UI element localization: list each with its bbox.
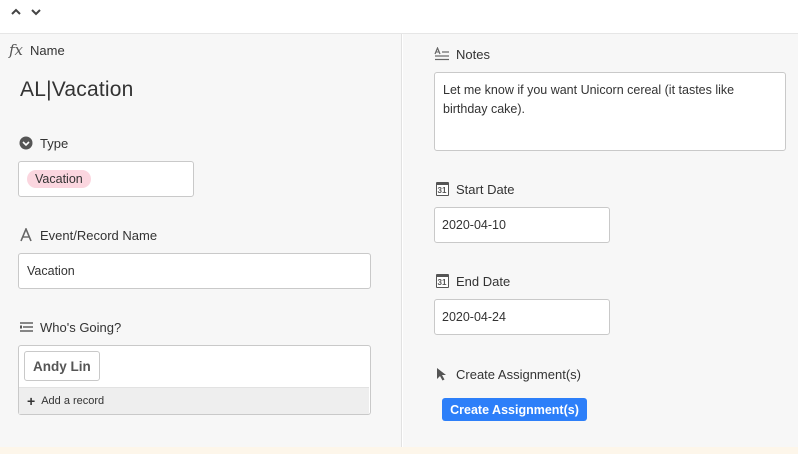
name-field-label: fx Name	[8, 41, 65, 59]
add-record-button[interactable]: + Add a record	[19, 387, 369, 414]
notes-value: Let me know if you want Unicorn cereal (…	[443, 83, 735, 116]
end-date-label: 31 End Date	[434, 273, 510, 289]
type-field-label: Type	[18, 135, 68, 151]
create-assignments-label: Create Assignment(s)	[434, 366, 581, 382]
start-date-value: 2020-04-10	[442, 218, 506, 232]
button-field-icon	[434, 366, 450, 382]
plus-icon: +	[27, 393, 36, 409]
start-date-input[interactable]: 2020-04-10	[434, 207, 610, 243]
start-date-label: 31 Start Date	[434, 181, 515, 197]
create-assignments-button[interactable]: Create Assignment(s)	[442, 398, 587, 421]
notes-textarea[interactable]: Let me know if you want Unicorn cereal (…	[434, 72, 786, 151]
start-date-label-text: Start Date	[456, 181, 515, 197]
type-pill: Vacation	[27, 170, 91, 188]
whos-going-label-text: Who's Going?	[40, 319, 122, 335]
event-record-name-label: Event/Record Name	[18, 227, 157, 243]
text-field-icon	[18, 227, 34, 243]
name-value: AL|Vacation	[20, 78, 134, 101]
end-date-label-text: End Date	[456, 273, 511, 289]
end-date-value: 2020-04-24	[442, 310, 506, 324]
create-assignments-label-text: Create Assignment(s)	[456, 366, 581, 382]
whos-going-label: Who's Going?	[18, 319, 121, 335]
calendar-icon: 31	[434, 181, 450, 197]
single-select-icon	[18, 135, 34, 151]
linked-record-chip[interactable]: Andy Lin	[24, 351, 100, 381]
event-record-name-label-text: Event/Record Name	[40, 227, 158, 243]
notes-field-label: Notes	[434, 46, 490, 62]
long-text-icon	[434, 46, 450, 62]
chevron-down-icon[interactable]	[29, 5, 43, 19]
calendar-icon: 31	[434, 273, 450, 289]
chevron-up-icon[interactable]	[9, 5, 23, 19]
event-record-name-input[interactable]: Vacation	[18, 253, 371, 289]
add-record-label: Add a record	[41, 395, 105, 407]
type-label-text: Type	[40, 135, 69, 151]
event-record-name-value: Vacation	[27, 264, 75, 278]
type-select[interactable]: Vacation	[18, 161, 194, 197]
notes-label-text: Notes	[456, 46, 490, 62]
formula-icon: fx	[8, 41, 23, 59]
record-nav-bar	[0, 0, 798, 34]
end-date-input[interactable]: 2020-04-24	[434, 299, 610, 335]
linked-record-icon	[18, 319, 34, 335]
name-label-text: Name	[30, 42, 65, 58]
bottom-strip	[0, 447, 798, 454]
